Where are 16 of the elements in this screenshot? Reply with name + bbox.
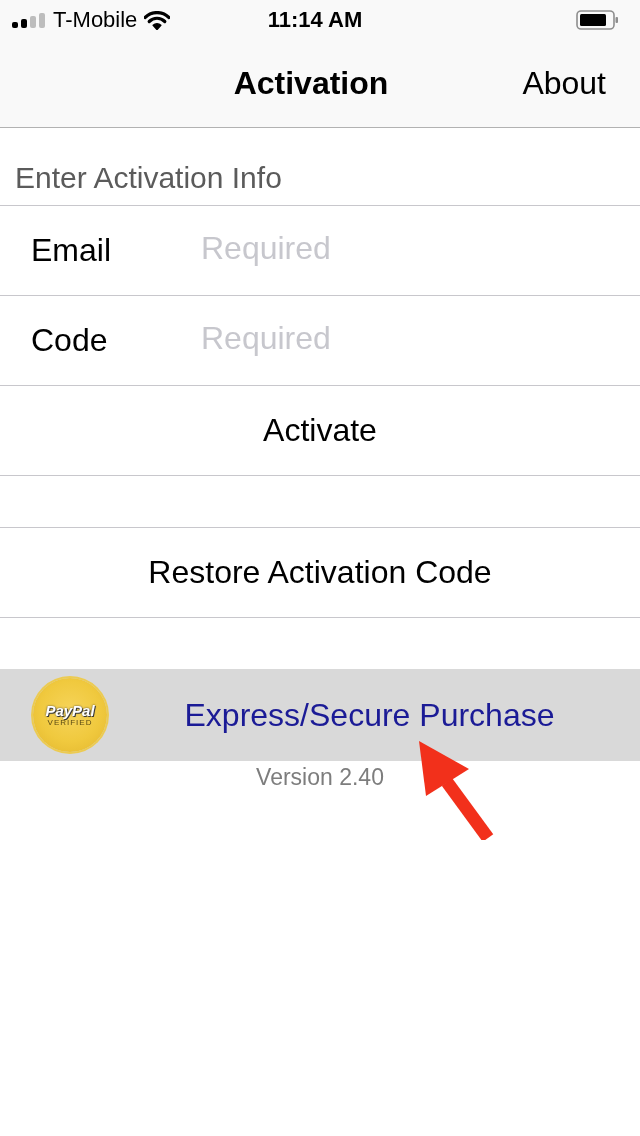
section-header: Enter Activation Info xyxy=(15,161,282,195)
input-field[interactable]: Required xyxy=(201,220,640,281)
field-label: Email xyxy=(31,232,112,269)
wifi-icon xyxy=(144,10,171,30)
signal-icon xyxy=(12,12,46,28)
version-text: Version 2.40 xyxy=(256,764,384,790)
field-label: Code xyxy=(31,322,109,359)
status-time: 11:14 AM xyxy=(267,7,363,33)
about-button[interactable]: About xyxy=(522,61,606,106)
seal-caption: VERIFIED xyxy=(47,719,93,727)
seal-brand-text: PayPal xyxy=(45,703,95,718)
input-field[interactable]: Required xyxy=(201,310,640,371)
nav-title: Activation xyxy=(233,65,389,102)
battery-icon xyxy=(576,10,618,30)
carrier-name: T-Mobile xyxy=(53,7,138,33)
purchase-link[interactable]: Express/Secure Purchase xyxy=(184,696,555,734)
